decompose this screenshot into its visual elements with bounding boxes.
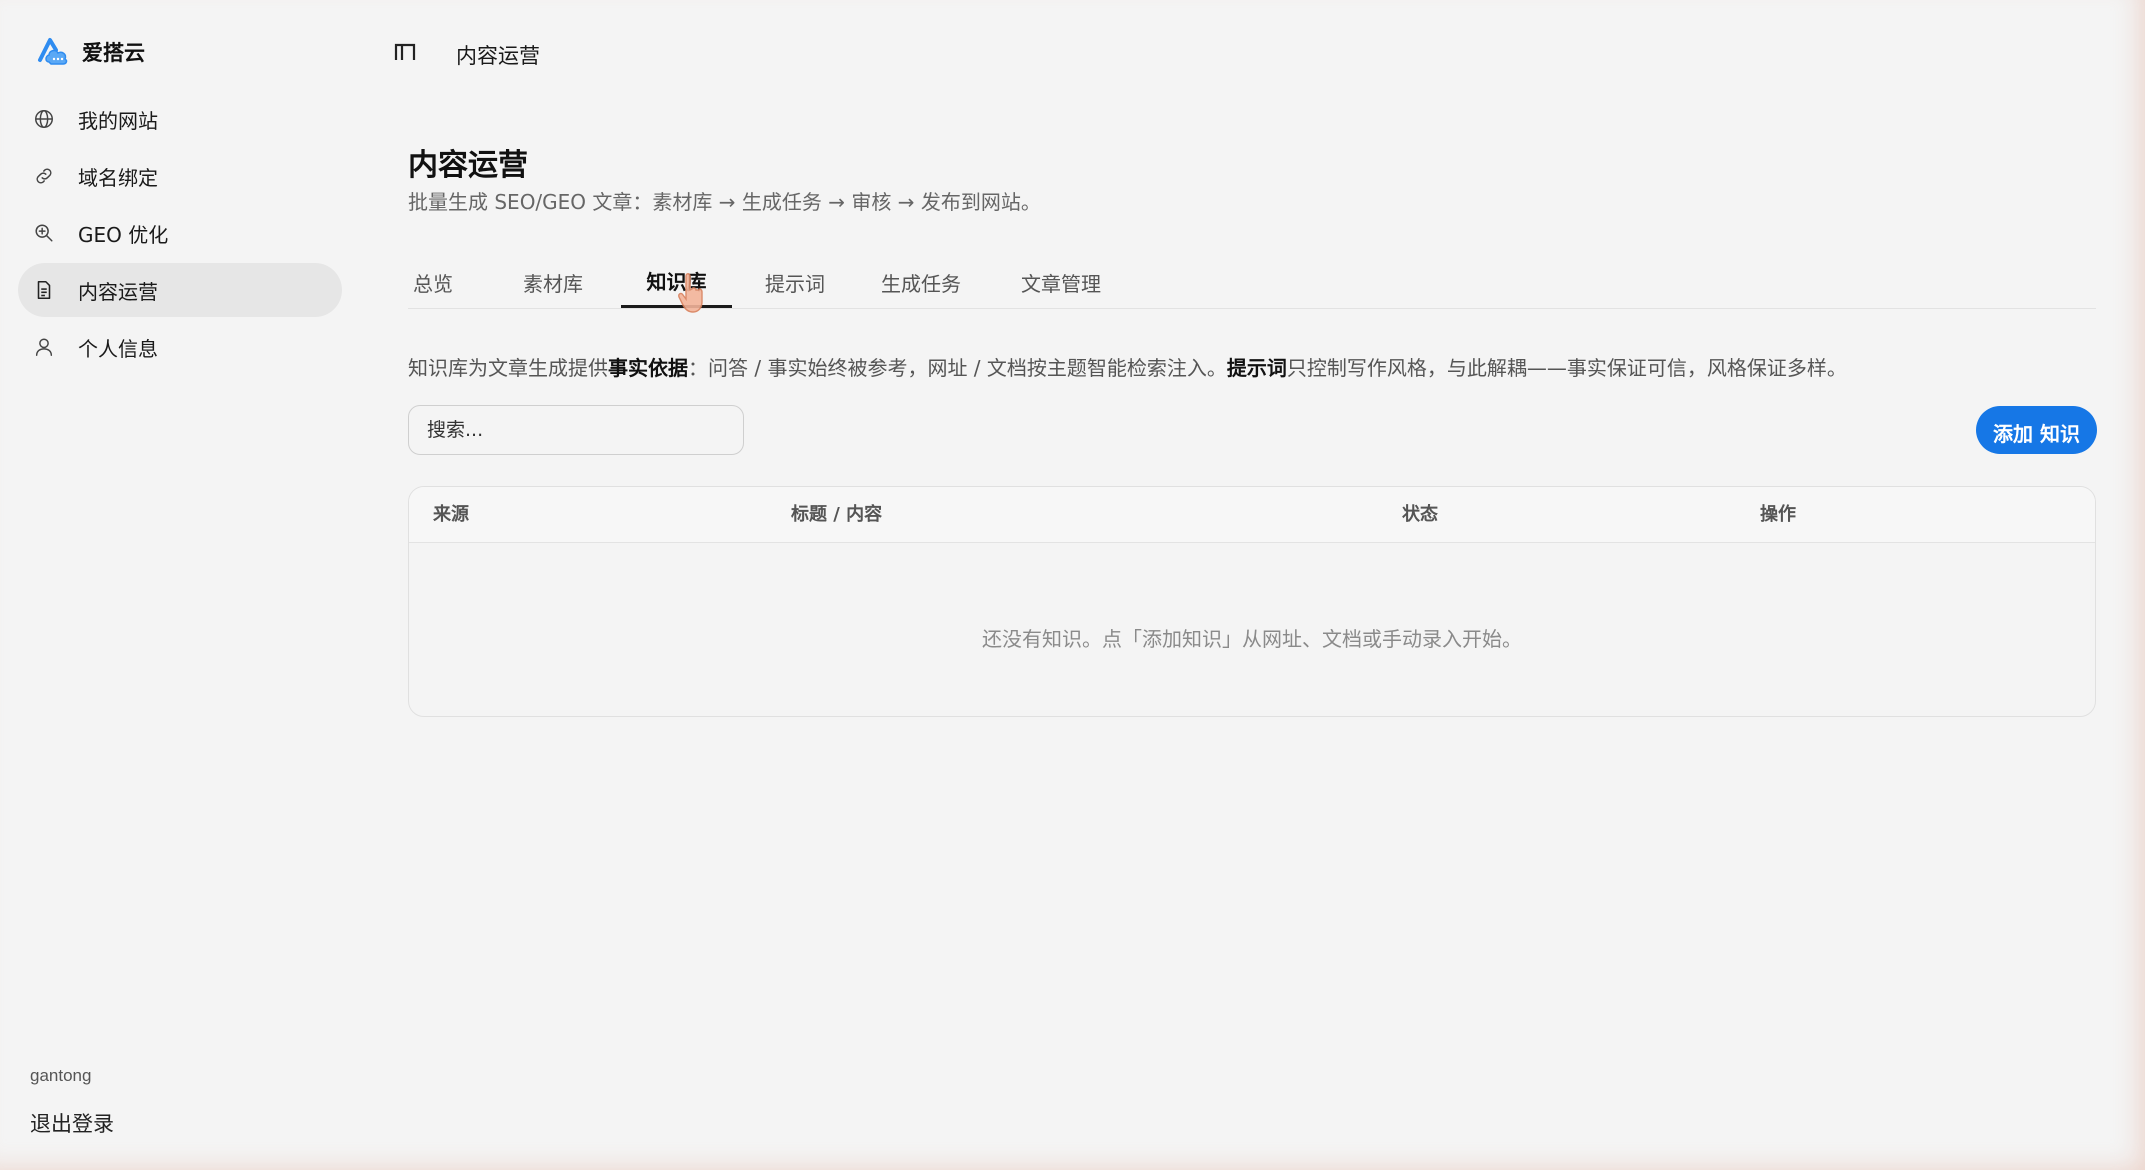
intro-text-part: 知识库为文章生成提供	[408, 356, 608, 380]
tab-generation-tasks[interactable]: 生成任务	[876, 256, 966, 308]
brand-name: 爱搭云	[82, 41, 145, 65]
sidebar-item-label: GEO 优化	[78, 222, 169, 247]
sidebar-item-label: 个人信息	[78, 336, 158, 361]
column-header-actions: 操作	[1760, 504, 1796, 525]
table-header: 来源 标题 / 内容 状态 操作	[409, 487, 2095, 543]
zoom-search-icon	[32, 221, 56, 245]
link-icon	[32, 164, 56, 188]
tab-overview[interactable]: 总览	[408, 256, 458, 308]
intro-emphasis-facts: 事实依据	[608, 356, 688, 380]
globe-icon	[32, 107, 56, 131]
sidebar-item-label: 域名绑定	[78, 165, 158, 190]
brand[interactable]: 爱搭云	[36, 36, 145, 68]
document-icon	[32, 278, 56, 302]
column-header-title-content: 标题 / 内容	[791, 504, 883, 525]
tab-materials[interactable]: 素材库	[518, 256, 588, 308]
intro-text-part: ：问答 / 事实始终被参考，网址 / 文档按主题智能检索注入。	[688, 356, 1227, 380]
user-icon	[32, 335, 56, 359]
sidebar: 爱搭云 我的网站 域名绑定 GEO 优化 内容运营 个人信息 gantong 退…	[0, 0, 360, 1170]
sidebar-item-geo-optimization[interactable]: GEO 优化	[18, 206, 342, 260]
sidebar-toggle-icon[interactable]	[394, 42, 418, 62]
sidebar-item-profile[interactable]: 个人信息	[18, 320, 342, 374]
intro-text-part: 只控制写作风格，与此解耦——事实保证可信，风格保证多样。	[1286, 356, 1847, 380]
sidebar-nav: 我的网站 域名绑定 GEO 优化 内容运营 个人信息	[18, 92, 342, 377]
knowledge-intro-text: 知识库为文章生成提供事实依据：问答 / 事实始终被参考，网址 / 文档按主题智能…	[408, 352, 1847, 381]
knowledge-table: 来源 标题 / 内容 状态 操作 还没有知识。点「添加知识」从网址、文档或手动录…	[408, 486, 2096, 717]
add-knowledge-button[interactable]: 添加 知识	[1976, 406, 2097, 454]
brand-logo-icon	[38, 38, 68, 65]
sidebar-item-content-ops[interactable]: 内容运营	[18, 263, 342, 317]
tab-bar: 总览 素材库 知识库 提示词 生成任务 文章管理	[408, 256, 2096, 309]
logout-button[interactable]: 退出登录	[30, 1108, 114, 1138]
search-input[interactable]	[408, 405, 744, 455]
tab-knowledge-base[interactable]: 知识库	[621, 256, 732, 308]
sidebar-item-label: 内容运营	[78, 279, 158, 304]
app-window: 爱搭云 我的网站 域名绑定 GEO 优化 内容运营 个人信息 gantong 退…	[0, 0, 2145, 1170]
sidebar-item-my-sites[interactable]: 我的网站	[18, 92, 342, 146]
current-user-name: gantong	[30, 1066, 92, 1085]
column-header-status: 状态	[1402, 504, 1438, 525]
tab-prompts[interactable]: 提示词	[760, 256, 830, 308]
column-header-source: 来源	[433, 504, 469, 525]
page-subtitle: 批量生成 SEO/GEO 文章：素材库 → 生成任务 → 审核 → 发布到网站。	[408, 190, 1041, 214]
topbar-title: 内容运营	[456, 44, 540, 68]
sidebar-item-label: 我的网站	[78, 108, 158, 133]
empty-state-text: 还没有知识。点「添加知识」从网址、文档或手动录入开始。	[982, 627, 1522, 651]
intro-emphasis-prompts: 提示词	[1226, 356, 1287, 380]
tab-article-management[interactable]: 文章管理	[1016, 256, 1106, 308]
page-title: 内容运营	[408, 148, 528, 183]
sidebar-item-domain-binding[interactable]: 域名绑定	[18, 149, 342, 203]
